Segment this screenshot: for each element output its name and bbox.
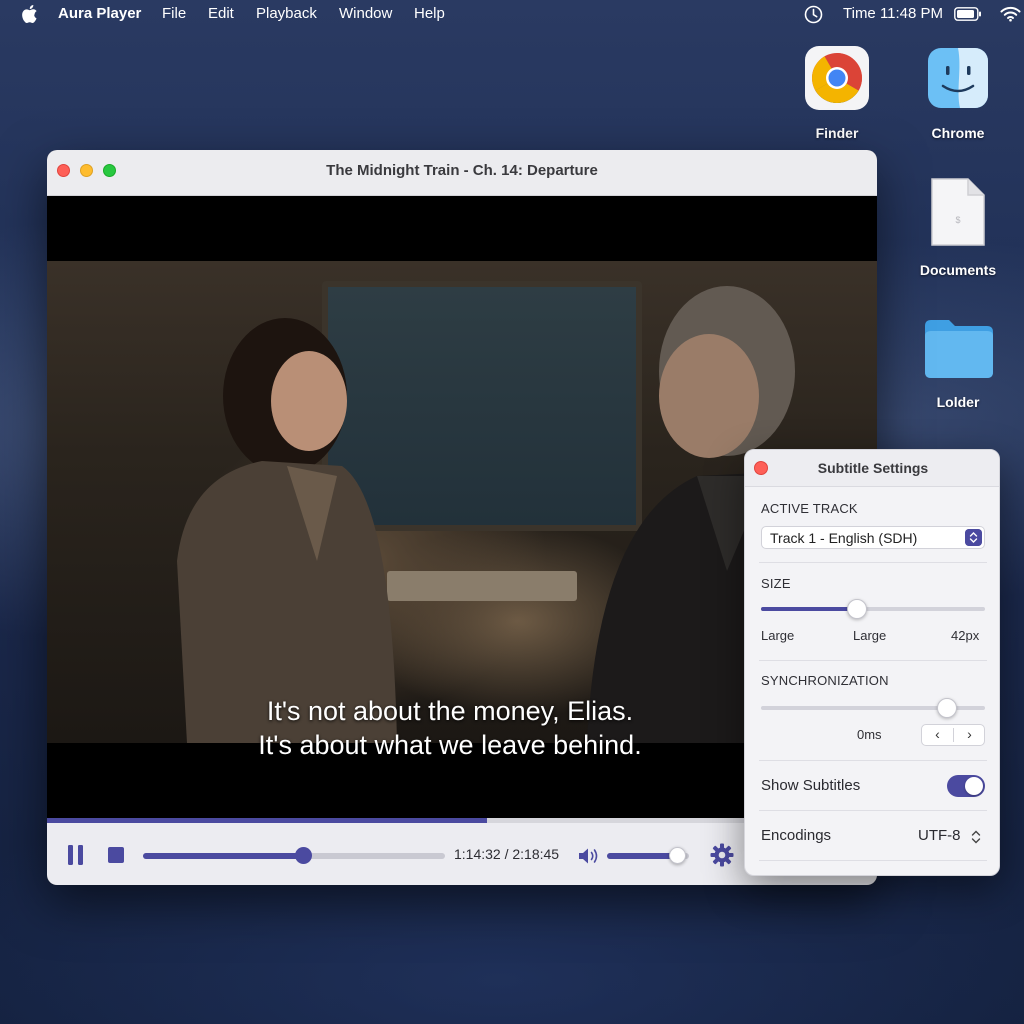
size-label: SIZE — [761, 576, 791, 591]
desktop-icon-label: Documents — [919, 262, 997, 278]
svg-text:$: $ — [955, 215, 960, 225]
panel-title: Subtitle Settings — [817, 460, 929, 476]
seek-knob[interactable] — [295, 847, 313, 864]
chevron-updown-icon — [971, 830, 981, 844]
stop-icon[interactable] — [108, 847, 124, 863]
desktop-icon-label: Lolder — [936, 394, 980, 410]
document-file-icon: $ — [931, 178, 985, 246]
show-subtitles-label: Show Subtitles — [761, 777, 861, 794]
size-slider[interactable] — [761, 599, 985, 619]
desktop-icon-chrome[interactable]: Chrome — [908, 46, 1008, 146]
menu-window[interactable]: Window — [339, 5, 392, 22]
volume-fill — [607, 853, 677, 859]
menubar-clock[interactable]: Time 11:48 PM — [843, 5, 943, 22]
battery-icon[interactable] — [954, 7, 982, 21]
panel-divider — [759, 760, 987, 761]
subtitle-line-2: It's about what we leave behind. — [258, 730, 642, 760]
sync-slider[interactable] — [761, 698, 985, 718]
clock-icon[interactable] — [804, 5, 823, 24]
panel-header[interactable]: Subtitle Settings — [745, 450, 999, 487]
select-stepper-icon — [965, 529, 982, 546]
seek-slider[interactable] — [143, 847, 445, 864]
sync-value: 0ms — [857, 727, 882, 742]
sync-fill — [761, 706, 947, 710]
active-track-label: ACTIVE TRACK — [761, 501, 858, 516]
encodings-value: UTF-8 — [918, 827, 961, 844]
menu-help[interactable]: Help — [414, 5, 445, 22]
panel-divider — [759, 860, 987, 861]
menu-file[interactable]: File — [162, 5, 186, 22]
volume-slider[interactable] — [607, 847, 689, 864]
woman-figure-scene — [177, 318, 397, 743]
sync-decrease-button[interactable]: ‹ — [922, 725, 953, 745]
apple-menu-icon[interactable] — [20, 4, 38, 24]
size-knob[interactable] — [847, 599, 868, 619]
sync-increase-button[interactable]: › — [954, 725, 985, 745]
desktop-icon-label: Finder — [815, 125, 859, 141]
show-subtitles-toggle[interactable] — [947, 775, 985, 797]
encodings-label: Encodings — [761, 827, 832, 844]
volume-knob[interactable] — [668, 847, 686, 864]
size-current-label: Large — [853, 628, 887, 643]
pause-icon[interactable] — [67, 845, 85, 865]
size-fill — [761, 607, 858, 611]
desktop-icon-finder[interactable]: Finder — [787, 46, 887, 146]
folder-icon — [925, 320, 993, 378]
time-display: 1:14:32 / 2:18:45 — [454, 846, 560, 862]
chrome-logo-icon — [805, 46, 869, 110]
size-value: 42px — [951, 628, 980, 643]
menu-playback[interactable]: Playback — [256, 5, 317, 22]
desktop-icon-documents[interactable]: $ Documents — [908, 177, 1008, 281]
app-name-menu[interactable]: Aura Player — [58, 5, 141, 22]
finder-face-icon — [928, 48, 988, 108]
menu-edit[interactable]: Edit — [208, 5, 234, 22]
seek-fill — [143, 853, 304, 859]
subtitle-settings-panel: Subtitle Settings ACTIVE TRACK Track 1 -… — [744, 449, 1000, 876]
active-track-value: Track 1 - English (SDH) — [770, 530, 918, 546]
active-track-select[interactable]: Track 1 - English (SDH) — [761, 526, 985, 549]
panel-divider — [759, 562, 987, 563]
player-title-bar[interactable]: The Midnight Train - Ch. 14: Departure — [47, 150, 877, 196]
wifi-icon[interactable] — [1000, 6, 1021, 22]
volume-icon[interactable] — [578, 847, 600, 865]
subtitle-line-1: It's not about the money, Elias. — [266, 696, 634, 726]
menu-bar: Aura Player File Edit Playback Window He… — [0, 0, 1024, 28]
toggle-knob — [965, 777, 983, 795]
sync-knob[interactable] — [936, 698, 957, 718]
sync-nudge-control: ‹ › — [921, 724, 985, 746]
gear-icon[interactable] — [710, 843, 734, 867]
size-min-label: Large — [761, 628, 795, 643]
subtitle-caption: It's not about the money, Elias. It's ab… — [47, 694, 853, 762]
synchronization-label: SYNCHRONIZATION — [761, 673, 889, 688]
window-title: The Midnight Train - Ch. 14: Departure — [326, 162, 598, 179]
desktop-icon-label: Chrome — [931, 125, 985, 141]
desktop-icon-folder[interactable]: Lolder — [908, 316, 1008, 416]
panel-divider — [759, 810, 987, 811]
panel-divider — [759, 660, 987, 661]
train-table-scene — [387, 571, 577, 601]
